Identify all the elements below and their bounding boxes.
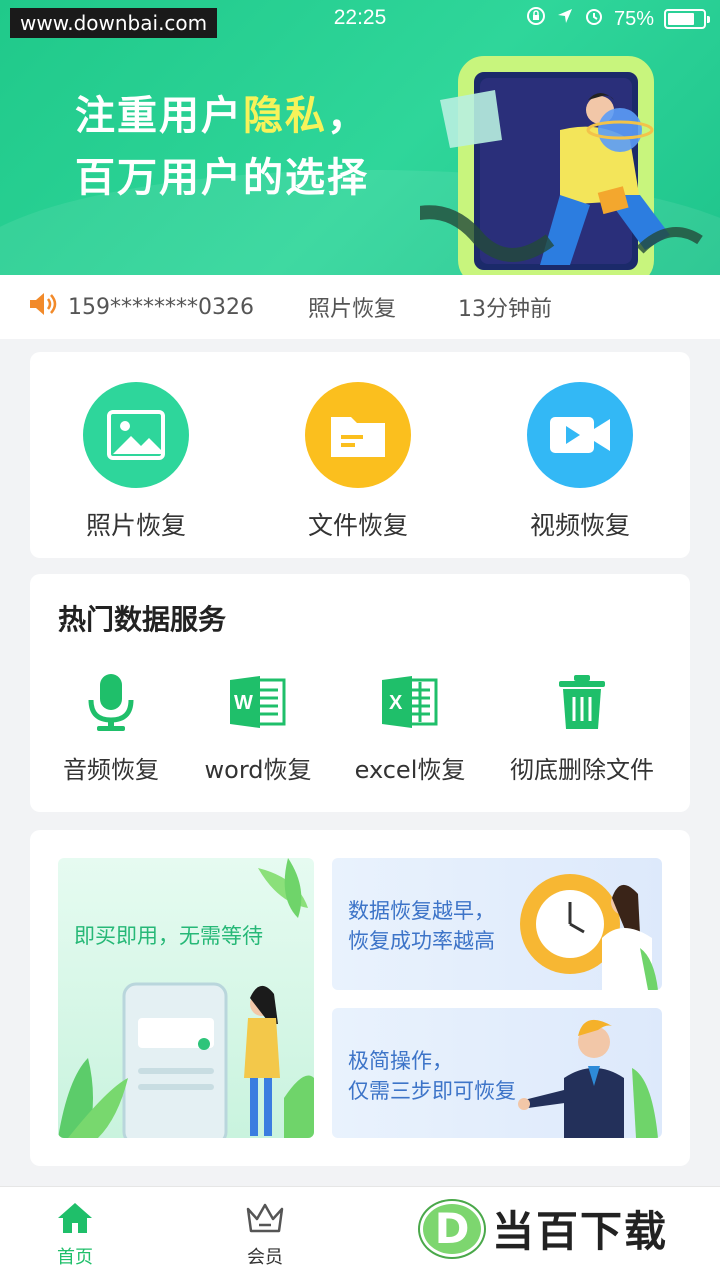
folder-icon [305,382,411,488]
ticker-time: 13分钟前 [458,297,552,322]
svg-text:W: W [234,692,253,714]
word-recovery-label: word恢复 [204,756,312,784]
word-icon: W [198,670,318,734]
status-icons: 75% [526,6,710,32]
photo-recovery-button[interactable]: 照片恢复 [36,382,236,542]
promo-recover-early-text: 数据恢复越早， 恢复成功率越高 [348,899,495,953]
battery-icon [664,9,710,29]
image-icon [83,382,189,488]
hot-services-title: 热门数据服务 [58,603,227,636]
microphone-icon [58,670,164,734]
tab-home[interactable]: 首页 [25,1201,125,1269]
video-recovery-label: 视频恢复 [529,511,630,540]
phone-user-illustration [58,858,314,1138]
person-illustration [420,90,703,265]
photo-recovery-label: 照片恢复 [85,511,186,540]
main-services-card: 照片恢复 文件恢复 视频恢复 [30,352,690,558]
excel-recovery-button[interactable]: X excel恢复 [350,670,470,785]
svg-text:X: X [389,692,403,714]
excel-recovery-label: excel恢复 [354,756,466,784]
word-recovery-button[interactable]: W word恢复 [198,670,318,785]
audio-recovery-label: 音频恢复 [63,756,159,784]
file-recovery-label: 文件恢复 [307,511,408,540]
audio-recovery-button[interactable]: 音频恢复 [58,670,164,785]
tab-member[interactable]: 会员 [215,1201,315,1269]
secure-delete-button[interactable]: 彻底删除文件 [502,670,662,785]
home-icon [58,1203,92,1233]
recovery-ticker: 159********0326 照片恢复 13分钟前 [0,275,720,339]
rotation-lock-icon [526,6,546,32]
promo-card: 即买即用，无需等待 数据恢复越早， 恢复成功率越高 极简操作， 仅需三步即可恢复 [30,830,690,1166]
brand-watermark: D 当百下载 [420,1198,668,1259]
video-camera-icon [527,382,633,488]
brand-name: 当百下载 [492,1207,669,1256]
ticker-service: 照片恢复 [308,297,397,322]
clock-illustration [520,874,658,990]
hot-services-card: 热门数据服务 音频恢复 W word恢复 X excel恢复 彻底删除文件 [30,574,690,812]
secure-delete-label: 彻底删除文件 [510,756,654,784]
tab-member-label: 会员 [247,1247,283,1268]
brand-logo: D [420,1200,484,1257]
banner-slogan: 注重用户隐私， 百万用户的选择 [75,93,369,201]
file-recovery-button[interactable]: 文件恢复 [258,382,458,542]
promo-simple-steps[interactable]: 极简操作， 仅需三步即可恢复 [332,1008,662,1138]
video-recovery-button[interactable]: 视频恢复 [480,382,680,542]
top-banner[interactable]: www.downbai.com 22:25 75% 注重用户隐私， 百万用户的选… [0,0,720,275]
crown-icon [246,1203,284,1233]
promo-instant-use[interactable]: 即买即用，无需等待 [58,858,314,1138]
alarm-icon [584,6,604,32]
ticker-phone: 159********0326 [68,294,254,320]
promo-recover-early[interactable]: 数据恢复越早， 恢复成功率越高 [332,858,662,990]
slogan-highlight: 隐私 [243,93,327,139]
businessman-illustration [518,1019,658,1138]
battery-percent: 75% [613,7,654,30]
promo-simple-steps-text: 极简操作， 仅需三步即可恢复 [348,1049,516,1103]
speaker-icon [28,291,58,323]
excel-icon: X [350,670,470,734]
trash-icon [502,670,662,734]
location-arrow-icon [556,7,574,31]
tab-home-label: 首页 [57,1247,93,1268]
